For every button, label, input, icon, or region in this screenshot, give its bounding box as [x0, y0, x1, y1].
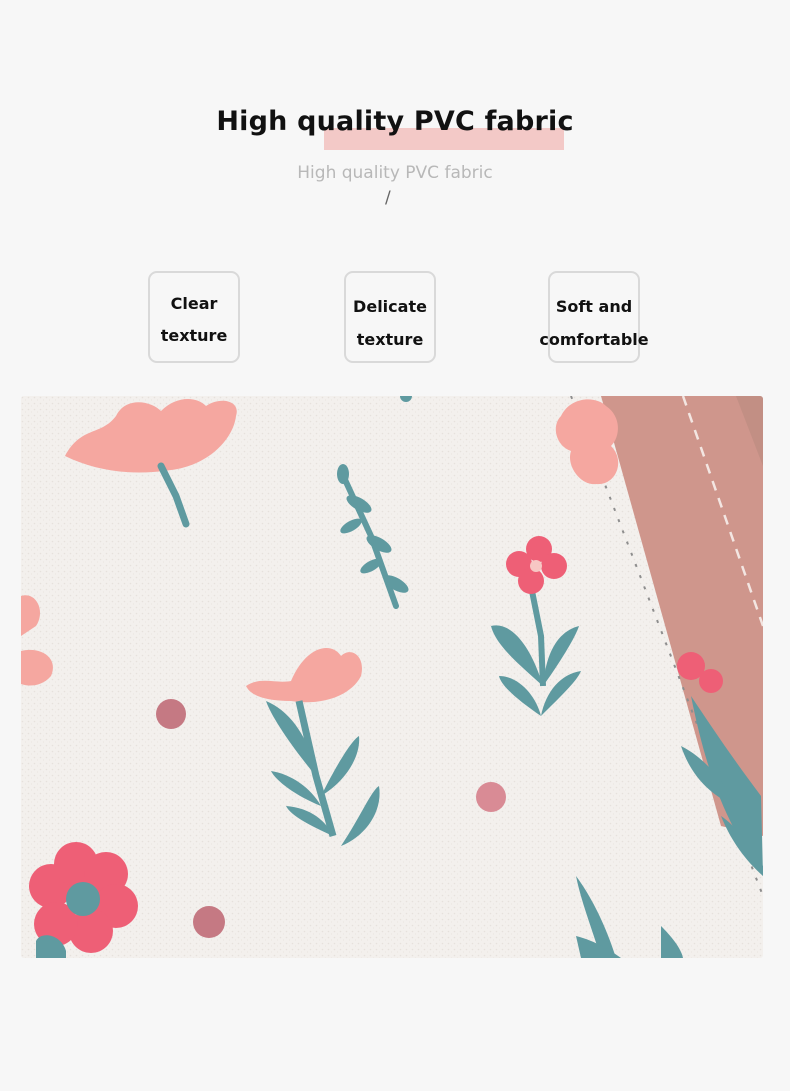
- page-subtitle: High quality PVC fabric: [297, 163, 493, 183]
- page-title: High quality PVC fabric: [216, 106, 574, 137]
- feature-line-2: texture: [356, 330, 424, 349]
- feature-clear-texture: Clear texture: [148, 271, 240, 363]
- feature-line-1: Soft and: [555, 297, 633, 316]
- feature-soft-comfortable: Soft and comfortable: [539, 271, 649, 363]
- feature-line-2: texture: [160, 326, 228, 345]
- feature-line-1: Clear: [170, 294, 218, 313]
- dot: [476, 782, 506, 812]
- dot: [193, 906, 225, 938]
- feature-line-2: comfortable: [539, 330, 649, 349]
- feature-line-1: Delicate: [353, 297, 427, 316]
- heading: High quality PVC fabric: [0, 106, 790, 137]
- feature-delicate-texture: Delicate texture: [344, 271, 436, 363]
- dot: [156, 699, 186, 729]
- product-image-fabric: [21, 396, 763, 958]
- separator-slash: /: [385, 188, 391, 208]
- floral-fabric-illustration: [21, 396, 763, 958]
